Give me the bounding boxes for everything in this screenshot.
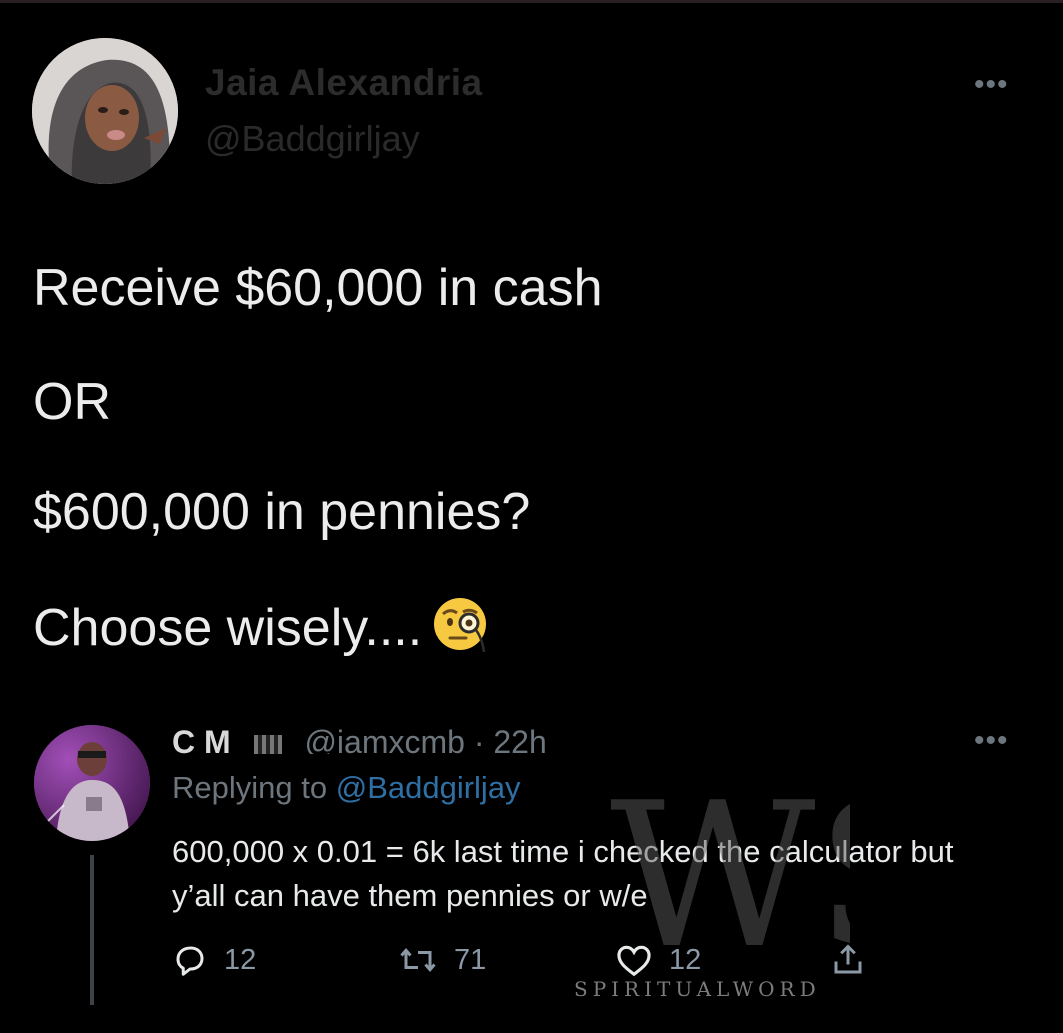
verified-badge-icon <box>253 734 282 754</box>
tweet-text-line-3: $600,000 in pennies? <box>33 483 531 541</box>
author-avatar[interactable] <box>32 38 178 184</box>
watermark-monogram: WS <box>610 760 850 975</box>
reply-more-dots-icon[interactable]: ••• <box>974 724 1009 758</box>
reply-avatar-image <box>34 725 150 841</box>
author-name[interactable]: Jaia Alexandria <box>205 62 483 104</box>
reply-icon <box>176 946 204 976</box>
retweet-button[interactable]: 71 <box>398 940 486 980</box>
more-dots-icon[interactable]: ••• <box>974 68 1009 102</box>
reply-text: 600,000 x 0.01 = 6k last time i checked … <box>172 834 954 913</box>
reply-author-name[interactable]: C M <box>172 724 231 754</box>
reply-author-handle[interactable]: @iamxcmb <box>304 724 465 754</box>
tweet-text-line-4: Choose wisely.... <box>33 595 490 666</box>
tweet-text-line-2: OR <box>33 373 111 431</box>
replying-to: Replying to @Baddgirljay <box>172 770 521 806</box>
replying-to-label: Replying to <box>172 770 328 805</box>
retweet-count: 71 <box>454 943 487 976</box>
author-handle[interactable]: @Baddgirljay <box>205 118 420 160</box>
face-with-monocle-icon <box>432 595 490 666</box>
reply-author-avatar[interactable] <box>34 725 150 841</box>
tweet-text-line-1: Receive $60,000 in cash <box>33 259 603 317</box>
retweet-icon <box>400 947 436 973</box>
reply-button[interactable]: 12 <box>172 940 256 980</box>
reply-count: 12 <box>224 943 257 976</box>
tweet-text-line-4-label: Choose wisely.... <box>33 599 423 657</box>
avatar-image <box>32 38 178 184</box>
thread-connector <box>90 855 94 1005</box>
watermark-text: SPIRITUALWORD <box>574 977 821 1001</box>
reply-header: C M @iamxcmb · 22h <box>172 724 547 754</box>
top-border <box>0 0 1063 3</box>
reply-time[interactable]: · 22h <box>474 724 547 754</box>
watermark-logo: WS <box>610 760 850 975</box>
replying-to-handle[interactable]: @Baddgirljay <box>336 770 521 805</box>
